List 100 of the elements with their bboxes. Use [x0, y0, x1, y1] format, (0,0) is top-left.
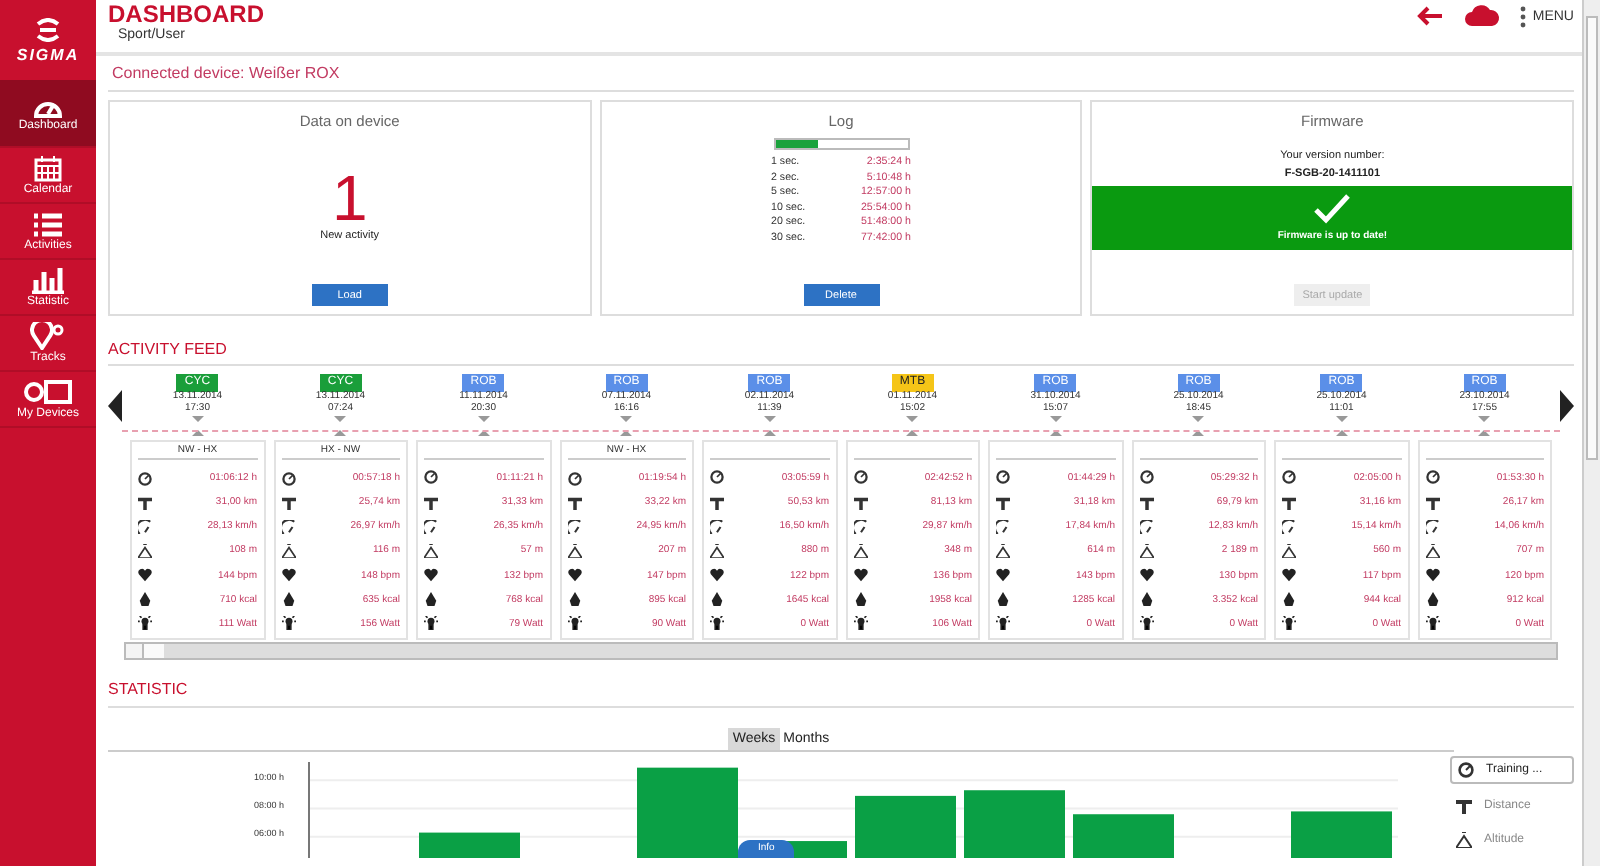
gauge-icon [1425, 519, 1439, 534]
flame-icon [138, 592, 152, 607]
back-arrow-icon[interactable] [1416, 6, 1445, 26]
bulb-icon [1282, 616, 1296, 631]
kebab-icon [1520, 5, 1527, 27]
mountain-icon [1139, 543, 1153, 558]
flame-icon [853, 592, 867, 607]
mountain-icon [1282, 543, 1296, 558]
stopwatch-icon [567, 471, 581, 486]
flame-icon [710, 592, 724, 607]
signpost-icon [1282, 495, 1296, 510]
signpost-icon [1456, 798, 1472, 814]
mountain-icon [996, 543, 1010, 558]
flame-icon [424, 592, 438, 607]
bar-chart-icon [32, 266, 64, 294]
bulb-icon [853, 616, 867, 631]
mountain-icon [567, 543, 581, 558]
checkmark-icon [1314, 194, 1351, 224]
previous-arrow-icon[interactable] [108, 390, 122, 422]
heart-icon [1282, 568, 1296, 583]
stopwatch-icon [424, 470, 438, 485]
signpost-icon [1425, 495, 1439, 510]
heart-icon [567, 568, 581, 583]
flame-icon [1139, 592, 1153, 607]
activity-count: 1 [331, 166, 368, 230]
mountain-icon [138, 543, 152, 558]
mountain-icon [281, 543, 295, 558]
signpost-icon [281, 495, 295, 510]
stopwatch-icon [1139, 470, 1153, 485]
horizontal-scrollbar[interactable] [124, 642, 1558, 660]
gauge-icon [1282, 519, 1296, 534]
stopwatch-icon [853, 470, 867, 485]
gauge-icon [1139, 519, 1153, 534]
gauge-icon [424, 519, 438, 534]
mountain-icon [1456, 832, 1472, 848]
heart-icon [138, 568, 152, 583]
logo-icon [34, 17, 62, 41]
flame-icon [1282, 592, 1296, 607]
heart-icon [996, 568, 1010, 583]
section-title: STATISTIC [108, 680, 1574, 708]
flame-icon [567, 592, 581, 607]
bulb-icon [567, 616, 581, 631]
gauge-icon [853, 519, 867, 534]
mountain-icon [853, 543, 867, 558]
bar[interactable] [419, 832, 520, 858]
stopwatch-icon [1425, 470, 1439, 485]
heart-icon [710, 568, 724, 583]
gauge-icon [138, 519, 152, 534]
timeline-marker-icon [477, 416, 490, 436]
stopwatch-icon [1282, 470, 1296, 485]
stopwatch-icon [138, 471, 152, 486]
list-icon [32, 211, 64, 237]
stopwatch-icon [996, 470, 1010, 485]
bar[interactable] [1073, 814, 1174, 858]
next-arrow-icon[interactable] [1560, 390, 1574, 422]
timeline-marker-icon [334, 416, 347, 436]
heart-icon [853, 568, 867, 583]
signpost-icon [138, 495, 152, 510]
bulb-icon [281, 616, 295, 631]
vertical-scrollbar[interactable] [1582, 0, 1600, 866]
section-title: ACTIVITY FEED [108, 340, 1574, 366]
heart-icon [1425, 568, 1439, 583]
stopwatch-icon [281, 471, 295, 486]
gauge-icon [996, 519, 1010, 534]
mountain-icon [710, 543, 724, 558]
logo-text: SIGMA [16, 45, 80, 63]
page-title: DASHBOARD [108, 0, 264, 28]
y-axis [308, 762, 310, 858]
signpost-icon [996, 495, 1010, 510]
timeline-marker-icon [763, 416, 776, 436]
gauge-icon [710, 519, 724, 534]
timeline-marker-icon [191, 416, 204, 436]
cloud-icon[interactable] [1464, 4, 1501, 28]
connected-device: Connected device: Weißer ROX [108, 56, 1574, 92]
calendar-icon [34, 154, 62, 182]
gauge-icon [567, 519, 581, 534]
mountain-icon [424, 543, 438, 558]
timeline-marker-icon [1049, 416, 1062, 436]
signpost-icon [567, 495, 581, 510]
timeline-marker-icon [1192, 416, 1205, 436]
watch-and-tablet-icon [24, 378, 72, 406]
mountain-icon [1425, 543, 1439, 558]
bar[interactable] [1291, 811, 1392, 858]
bulb-icon [138, 616, 152, 631]
stopwatch-icon [1458, 762, 1474, 778]
flame-icon [281, 592, 295, 607]
signpost-icon [853, 495, 867, 510]
flame-icon [996, 592, 1010, 607]
heart-icon [424, 568, 438, 583]
signpost-icon [1139, 495, 1153, 510]
timeline-marker-icon [1335, 416, 1348, 436]
bulb-icon [1139, 616, 1153, 631]
timeline-marker-icon [620, 416, 633, 436]
bulb-icon [1425, 616, 1439, 631]
timeline-marker-icon [1478, 416, 1491, 436]
map-pin-icon [30, 322, 66, 350]
heart-icon [281, 568, 295, 583]
stopwatch-icon [710, 470, 724, 485]
heart-icon [1139, 568, 1153, 583]
signpost-icon [424, 495, 438, 510]
